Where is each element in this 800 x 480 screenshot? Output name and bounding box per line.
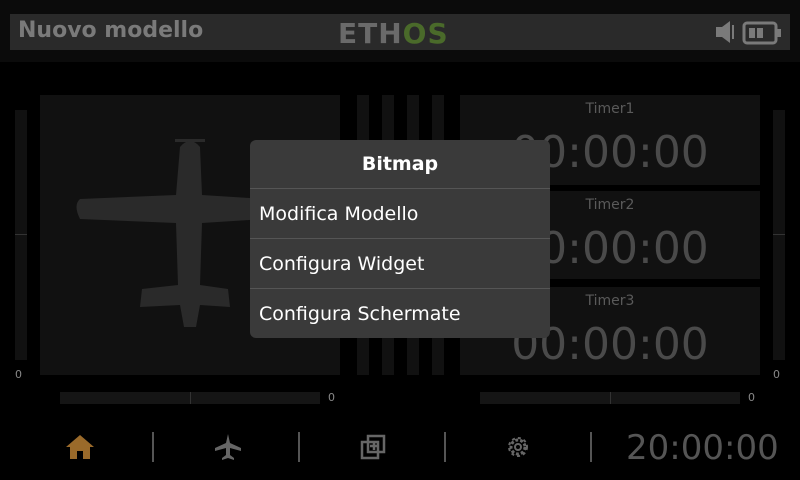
clock: 20:00:00	[626, 428, 779, 468]
right-slider-value: 0	[773, 368, 780, 381]
bitmap-context-menu: Bitmap Modifica Modello Configura Widget…	[250, 140, 550, 338]
model-name[interactable]: Nuovo modello	[18, 18, 203, 43]
menu-title: Bitmap	[250, 140, 550, 189]
speaker-icon[interactable]	[716, 20, 738, 48]
left-slider[interactable]	[15, 110, 27, 360]
home-icon[interactable]	[60, 430, 100, 464]
airplane-icon[interactable]	[208, 430, 248, 464]
nav-separator	[444, 432, 446, 462]
menu-item-modifica-modello[interactable]: Modifica Modello	[250, 189, 550, 239]
battery-icon[interactable]	[742, 21, 784, 49]
right-trim[interactable]	[480, 392, 740, 404]
gear-icon[interactable]	[498, 430, 538, 464]
nav-separator	[152, 432, 154, 462]
nav-separator	[590, 432, 592, 462]
right-slider[interactable]	[773, 110, 785, 360]
screens-icon[interactable]	[353, 430, 393, 464]
top-bar: Nuovo modello ETHOS	[0, 0, 800, 62]
left-slider-value: 0	[15, 368, 22, 381]
left-trim[interactable]	[60, 392, 320, 404]
left-trim-value: 0	[328, 391, 335, 404]
ethos-logo: ETHOS	[338, 17, 449, 50]
menu-item-configura-widget[interactable]: Configura Widget	[250, 239, 550, 289]
timer1-label: Timer1	[585, 101, 635, 117]
right-trim-value: 0	[748, 391, 755, 404]
menu-item-configura-schermate[interactable]: Configura Schermate	[250, 289, 550, 338]
nav-separator	[298, 432, 300, 462]
